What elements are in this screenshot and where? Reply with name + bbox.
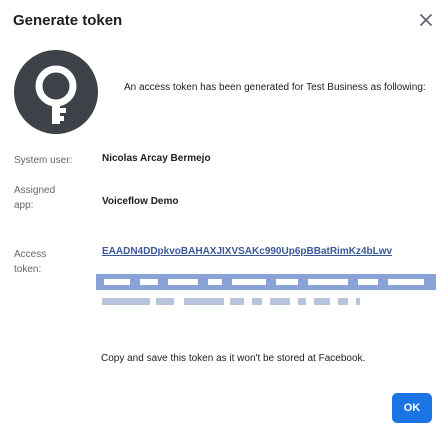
access-token-label-line1: Access: [14, 249, 47, 260]
system-user-value: Nicolas Arcay Bermejo: [102, 153, 211, 164]
token-redaction-mark: [232, 279, 266, 285]
save-token-note: Copy and save this token as it won't be …: [101, 353, 366, 364]
access-token-label-line2: token:: [14, 264, 42, 275]
key-icon: [14, 50, 98, 134]
intro-text: An access token has been generated for T…: [124, 82, 426, 93]
assigned-app-label-line2: app:: [14, 200, 34, 211]
token-redaction-mark: [168, 279, 198, 285]
token-redaction-mark: [104, 279, 130, 285]
assigned-app-label-line1: Assigned: [14, 185, 56, 196]
token-continuation-mark: [270, 298, 290, 305]
token-selection-highlight[interactable]: [96, 274, 436, 290]
token-redaction-mark: [208, 279, 222, 285]
system-user-label: System user:: [14, 155, 73, 166]
token-redaction-mark: [308, 279, 348, 285]
token-continuation-mark: [338, 298, 348, 305]
token-redaction-mark: [140, 279, 158, 285]
token-continuation-mark: [314, 298, 330, 305]
token-continuation-mark: [184, 298, 224, 305]
token-continuation-row: [102, 298, 402, 305]
token-redaction-mark: [358, 279, 378, 285]
dialog-title: Generate token: [13, 12, 123, 29]
token-continuation-mark: [102, 298, 150, 305]
assigned-app-label: Assigned app:: [14, 183, 55, 213]
key-icon-glyph: [35, 65, 77, 124]
access-token-label: Access token:: [14, 247, 46, 277]
token-continuation-mark: [252, 298, 262, 305]
generate-token-dialog: Generate token An access token has been …: [0, 0, 447, 434]
assigned-app-value: Voiceflow Demo: [102, 196, 179, 207]
close-icon-glyph: [420, 14, 432, 26]
token-continuation-mark: [230, 298, 244, 305]
token-continuation-mark: [156, 298, 174, 305]
dialog-header: Generate token: [0, 0, 447, 44]
token-continuation-mark: [298, 298, 306, 305]
token-redaction-mark: [388, 279, 424, 285]
close-icon[interactable]: [415, 9, 437, 31]
token-redaction-mark: [276, 279, 298, 285]
ok-button[interactable]: OK: [392, 393, 432, 423]
token-continuation-mark: [356, 298, 360, 305]
access-token-value[interactable]: EAADN4DDpkvoBAHAXJIXVSAKc990Up6pBBatRimK…: [102, 246, 392, 257]
